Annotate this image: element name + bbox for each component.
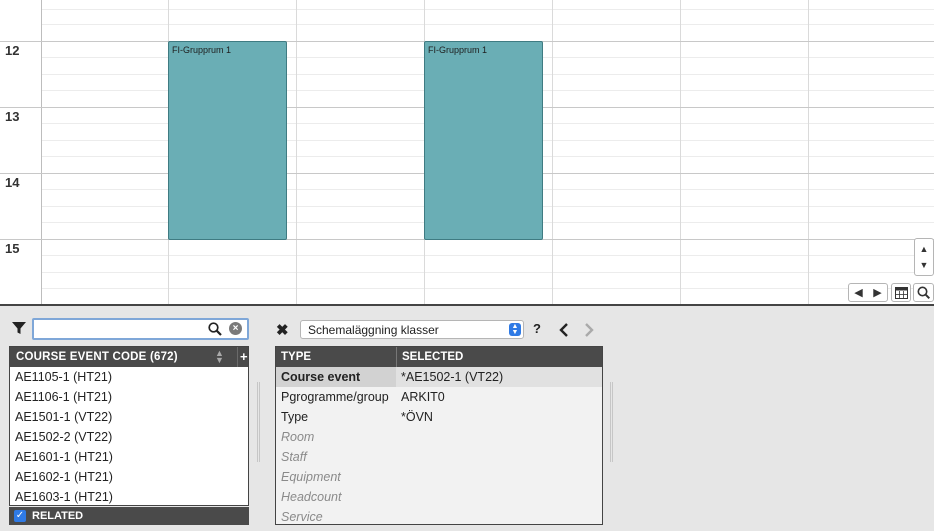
clear-search-icon[interactable]: × [229,322,242,335]
help-button[interactable]: ? [533,321,541,336]
detail-type: Room [281,430,315,444]
chevron-right-icon[interactable]: ▶ [868,286,887,299]
list-item[interactable]: AE1602-1 (HT21) [10,467,248,487]
detail-type: Equipment [281,470,341,484]
day-column-divider [808,0,809,305]
search-field: × [32,318,249,340]
related-label: RELATED [32,510,84,522]
scroll-down-icon[interactable]: ▼ [920,257,929,273]
grid-line [41,288,934,289]
related-checkbox[interactable]: ✓ [14,510,26,522]
list-item[interactable]: AE1105-1 (HT21) [10,367,248,387]
column-divider [396,347,397,367]
column-header-selected: SELECTED [402,351,464,363]
detail-type: Service [281,510,323,524]
view-select[interactable]: Schemaläggning klasser ▲ ▼ [300,320,524,339]
related-toggle[interactable]: ✓ RELATED [9,507,249,525]
detail-value: ARKIT0 [401,390,445,404]
chevron-right-icon[interactable] [583,322,595,338]
detail-value: *ÖVN [401,410,433,424]
close-icon[interactable]: ✖ [276,321,289,339]
hour-label: 14 [5,175,20,190]
add-button[interactable]: + [240,349,248,364]
detail-type: Pgrogramme/group [281,390,389,404]
day-column-divider [296,0,297,305]
search-icon [917,286,930,299]
grid-line [41,255,934,256]
list-item[interactable]: AE1106-1 (HT21) [10,387,248,407]
detail-type: Headcount [281,490,342,504]
grid-line [41,24,934,25]
grid-line [41,9,934,10]
search-input[interactable] [37,321,197,337]
detail-row[interactable]: Type *ÖVN [276,407,602,427]
list-item[interactable]: AE1502-2 (VT22) [10,427,248,447]
scroll-up-icon[interactable]: ▲ [920,241,929,257]
hour-label: 13 [5,109,20,124]
detail-row[interactable]: Pgrogramme/group ARKIT0 [276,387,602,407]
header-divider [237,347,238,367]
detail-type: Staff [281,450,307,464]
details-header: TYPE SELECTED [276,347,602,367]
list-header-title[interactable]: COURSE EVENT CODE (672) [16,351,178,363]
list-header: COURSE EVENT CODE (672) ▲ ▼ + [10,347,248,367]
detail-type: Type [281,410,309,424]
schedule-calendar[interactable]: 12 13 14 15 FI-Grupprum 1 FI-Grupprum 1 … [0,0,934,305]
detail-row[interactable]: Equipment [276,467,602,487]
detail-row[interactable]: Service [276,507,602,524]
list-item[interactable]: AE1603-1 (HT21) [10,487,248,505]
splitter-handle[interactable] [610,382,613,462]
splitter-handle[interactable] [257,382,260,462]
chevron-left-icon[interactable] [558,322,570,338]
zoom-button[interactable] [913,283,934,302]
list-item[interactable]: AE1501-1 (VT22) [10,407,248,427]
list-item[interactable]: AE1601-1 (HT21) [10,447,248,467]
course-event-list: COURSE EVENT CODE (672) ▲ ▼ + AE1105-1 (H… [9,346,249,506]
selection-details: TYPE SELECTED Course event *AE1502-1 (VT… [275,346,603,525]
calendar-event[interactable]: FI-Grupprum 1 [168,41,287,240]
select-arrows-icon: ▲ ▼ [509,323,521,336]
event-label: FI-Grupprum 1 [428,45,488,55]
detail-row[interactable]: Course event *AE1502-1 (VT22) [276,367,602,387]
grid-line [41,272,934,273]
panel-divider[interactable] [0,304,934,306]
sort-icon[interactable]: ▲ ▼ [215,349,224,365]
column-header-type: TYPE [281,351,312,363]
calendar-icon [894,287,908,299]
vertical-scroll-control: ▲ ▼ [914,238,934,276]
day-column-divider [552,0,553,305]
detail-row[interactable]: Staff [276,447,602,467]
search-icon[interactable] [208,322,222,336]
day-column-divider [680,0,681,305]
filter-icon[interactable] [12,321,26,335]
calendar-event[interactable]: FI-Grupprum 1 [424,41,543,240]
detail-type: Course event [281,370,361,384]
hour-gutter: 12 13 14 15 [0,0,42,305]
list-items[interactable]: AE1105-1 (HT21) AE1106-1 (HT21) AE1501-1… [10,367,248,505]
detail-row[interactable]: Headcount [276,487,602,507]
chevron-left-icon[interactable]: ◀ [849,286,868,299]
view-select-value: Schemaläggning klasser [308,323,439,337]
hour-label: 12 [5,43,20,58]
hour-label: 15 [5,241,20,256]
event-label: FI-Grupprum 1 [172,45,232,55]
detail-value: *AE1502-1 (VT22) [401,370,504,384]
detail-row[interactable]: Room [276,427,602,447]
week-nav-group: ◀ ▶ [848,283,888,302]
calendar-picker-button[interactable] [891,283,911,302]
